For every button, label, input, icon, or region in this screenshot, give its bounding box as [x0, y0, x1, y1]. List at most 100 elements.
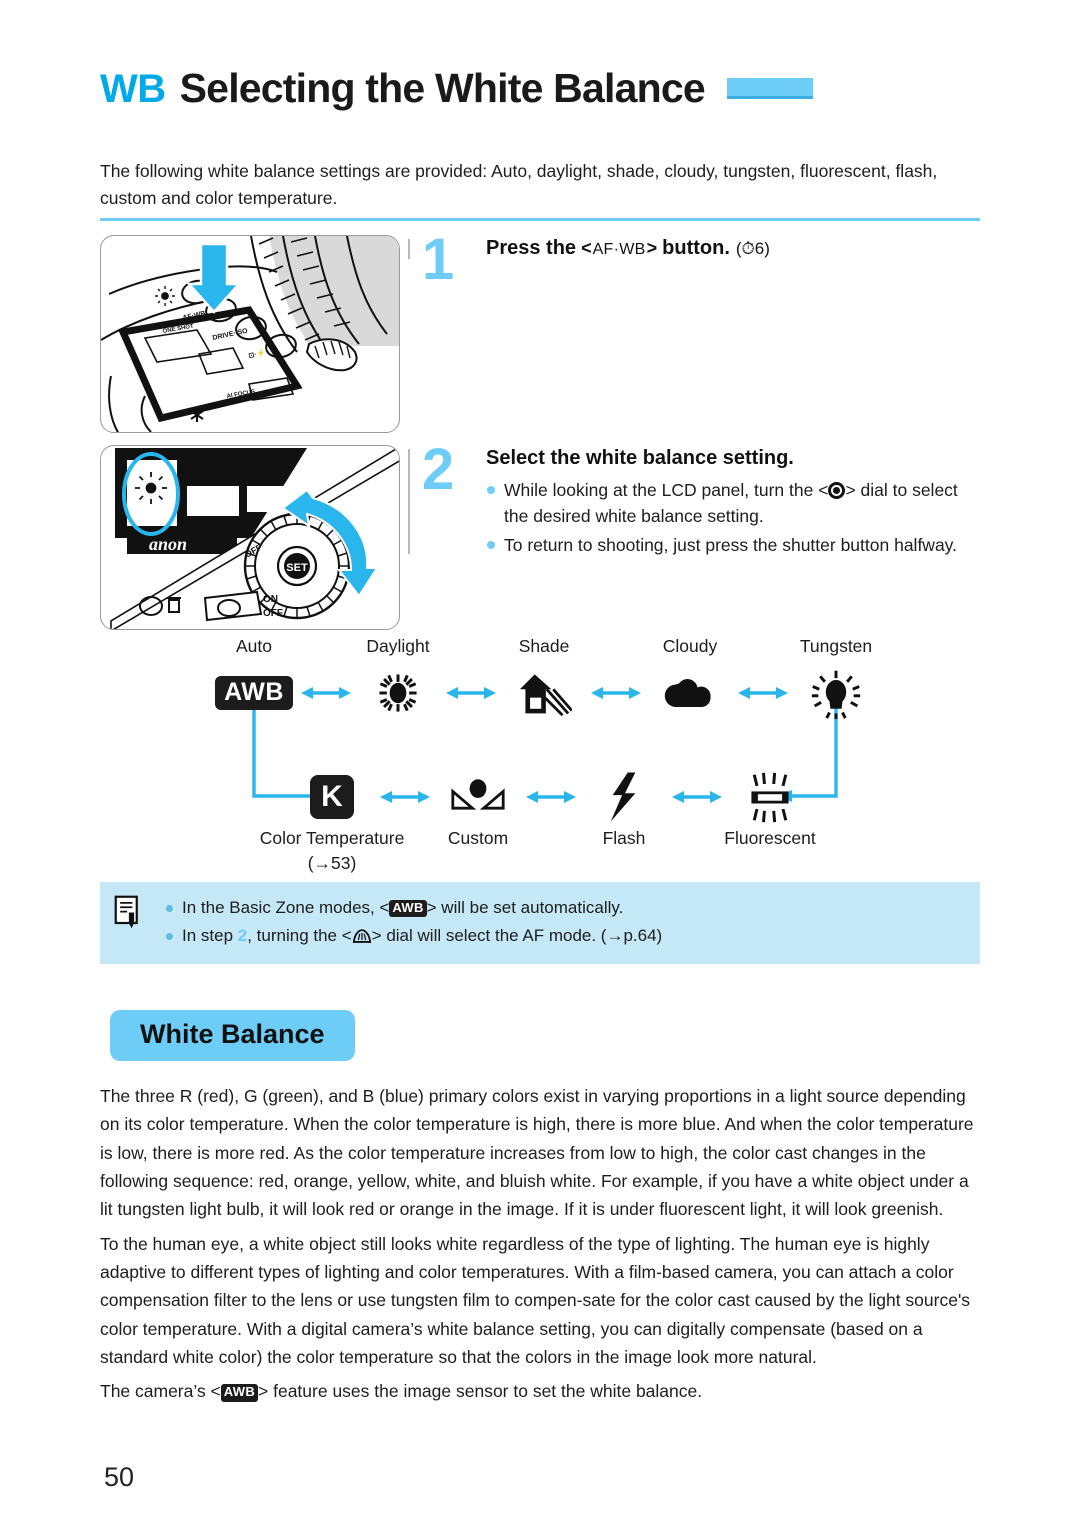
- flow-label-flash: Flash: [602, 828, 646, 848]
- step-1-number: 1: [422, 227, 455, 292]
- double-arrow-icon: [380, 791, 430, 803]
- body-paragraph-2: To the human eye, a white object still l…: [100, 1233, 971, 1368]
- flow-label-color-temperature: Color Temperature: [259, 828, 405, 848]
- step-2-bullet-list: While looking at the LCD panel, turn the…: [486, 477, 980, 558]
- double-arrow-icon: [301, 687, 351, 699]
- step-2-bullet-1-pre: While looking at the LCD panel, turn the…: [504, 480, 829, 500]
- intro-paragraph: The following white balance settings are…: [100, 161, 938, 208]
- svg-text:⊡·⚡: ⊡·⚡: [248, 348, 266, 360]
- note-box: In the Basic Zone modes, < AWB > will be s…: [100, 882, 980, 964]
- awb-badge-icon: AWB: [215, 664, 293, 722]
- page-title-prefix: WB: [100, 66, 166, 111]
- flow-top-labels: Auto Daylight Shade Cloudy Tungsten: [196, 636, 896, 662]
- k-badge-icon: K: [297, 768, 367, 826]
- step-1-timer-note: (⏱6): [735, 239, 770, 258]
- flow-label-shade: Shade: [518, 636, 570, 656]
- note-item-1: In the Basic Zone modes, < AWB > will be s…: [164, 894, 662, 922]
- flow-label-color-temperature-page: (→53): [307, 853, 357, 873]
- flow-arrow-1: [297, 664, 355, 722]
- double-arrow-icon: [591, 687, 641, 699]
- step-1-heading: Press the < AF·WB > button. (⏱6): [486, 237, 770, 259]
- horizontal-rule: [100, 218, 980, 221]
- quick-control-dial-icon: [828, 482, 846, 499]
- step-2: anon SET ON OFF OFF 2 Select the white b…: [100, 437, 980, 630]
- body-last-line-post: > feature uses the image sensor to set t…: [258, 1381, 703, 1402]
- camera-illustration-svg: AF·WB DRIVE·ISO ⊡·⚡ ONE SHOT AI FOCUS: [101, 236, 399, 432]
- flow-label-cloudy: Cloudy: [662, 636, 718, 656]
- light-bulb-tungsten-icon: [801, 664, 871, 722]
- house-shade-icon: [509, 664, 579, 722]
- page-number: 50: [104, 1462, 135, 1492]
- main-dial-icon: [352, 925, 372, 953]
- flow-arrow-4: [734, 664, 792, 722]
- cloud-cloudy-icon: [655, 664, 725, 722]
- af-wb-button-key: AF·WB: [592, 241, 646, 258]
- flash-bolt-icon: [589, 768, 659, 826]
- note-list: In the Basic Zone modes, < AWB > will be s…: [164, 894, 662, 952]
- flow-label-tungsten: Tungsten: [799, 636, 873, 656]
- manual-page: WB Selecting the White Balance The follo…: [0, 0, 1080, 1529]
- flow-label-fluorescent: Fluorescent: [724, 828, 816, 848]
- cloud-icon: [664, 679, 711, 708]
- section-heading-white-balance: White Balance: [110, 1010, 355, 1061]
- flow-label-auto: Auto: [236, 636, 272, 656]
- body-paragraph-3: The camera’s < AWB > feature uses the imag…: [100, 1377, 980, 1405]
- note-item-1-pre: In the Basic Zone modes, <: [182, 898, 390, 917]
- sun-daylight-icon: [363, 664, 433, 722]
- body-copy: The three R (red), G (green), and B (blu…: [100, 1082, 980, 1406]
- note-item-2-pre: In step: [182, 925, 238, 945]
- step-2-bullet-1: While looking at the LCD panel, turn the…: [486, 477, 980, 530]
- main-dial-glyph: [352, 928, 371, 943]
- svg-text:SET: SET: [286, 562, 308, 574]
- custom-white-balance-icon: [451, 779, 505, 810]
- flow-bottom-icons: K: [196, 768, 896, 826]
- house-icon: [519, 674, 572, 717]
- title-accent-bar: [726, 78, 813, 99]
- fluorescent-icon: [751, 772, 789, 823]
- double-arrow-icon: [738, 687, 788, 699]
- svg-text:anon: anon: [149, 534, 187, 554]
- note-item-1-post: > will be set automatically.: [426, 898, 624, 917]
- steps-container: AF·WB DRIVE·ISO ⊡·⚡ ONE SHOT AI FOCUS 1 …: [100, 230, 980, 630]
- step-1-heading-after: button.: [662, 237, 730, 259]
- body-paragraph-1: The three R (red), G (green), and B (blu…: [100, 1086, 974, 1220]
- awb-badge-inline-icon: AWB: [220, 1384, 259, 1402]
- step-2-bullet-2: To return to shooting, just press the sh…: [486, 532, 980, 558]
- step-divider: [408, 239, 410, 259]
- double-arrow-icon: [672, 791, 722, 803]
- custom-wb-icon: [443, 768, 513, 826]
- step-2-body: 2 Select the white balance setting. Whil…: [408, 437, 980, 560]
- note-item-2-post: > dial will select the AF mode. (→p.64): [371, 925, 663, 945]
- flow-arrow-6: [522, 768, 580, 826]
- svg-text:DRIVE·ISO: DRIVE·ISO: [212, 328, 249, 342]
- page-title: WB Selecting the White Balance: [100, 68, 980, 109]
- step-2-heading: Select the white balance setting.: [486, 447, 794, 469]
- dial-illustration-svg: anon SET ON OFF OFF: [110, 446, 399, 629]
- flow-arrow-5: [376, 768, 434, 826]
- lcd-panel-quick-control-dial-illustration: anon SET ON OFF OFF: [100, 445, 400, 630]
- body-last-line-pre: The camera’s <: [100, 1381, 221, 1402]
- svg-text:OFF: OFF: [263, 608, 283, 619]
- note-pen-icon: [114, 895, 138, 929]
- fluorescent-tube-icon: [735, 768, 805, 826]
- awb-badge-inline-icon: AWB: [389, 900, 427, 918]
- note-step-ref: 2: [237, 925, 248, 945]
- white-balance-flow-diagram: Auto Daylight Shade Cloudy Tungsten AWB: [196, 636, 896, 873]
- double-arrow-icon: [526, 791, 576, 803]
- double-arrow-icon: [446, 687, 496, 699]
- step-divider: [408, 449, 410, 554]
- step-2-number: 2: [422, 437, 455, 502]
- flow-arrow-7: [668, 768, 726, 826]
- step-1: AF·WB DRIVE·ISO ⊡·⚡ ONE SHOT AI FOCUS 1 …: [100, 230, 980, 433]
- note-item-2: In step 2, turning the < > dial will sel…: [164, 922, 662, 953]
- svg-text:ON: ON: [263, 594, 278, 605]
- bulb-icon: [811, 670, 861, 719]
- page-title-text: Selecting the White Balance: [179, 65, 706, 111]
- step-1-body: 1 Press the < AF·WB > button. (⏱6): [408, 230, 980, 289]
- flow-arrow-2: [442, 664, 500, 722]
- sun-icon: [379, 674, 417, 712]
- flow-label-custom: Custom: [447, 828, 509, 848]
- camera-top-af-wb-button-illustration: AF·WB DRIVE·ISO ⊡·⚡ ONE SHOT AI FOCUS: [100, 235, 400, 433]
- memo-note-icon: [114, 895, 148, 935]
- flow-label-daylight: Daylight: [366, 636, 430, 656]
